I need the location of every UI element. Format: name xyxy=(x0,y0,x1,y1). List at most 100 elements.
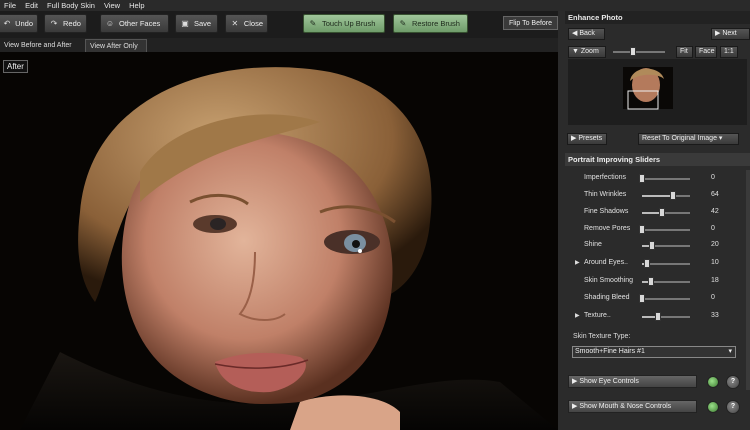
back-button[interactable]: ◀ Back xyxy=(568,28,605,40)
texture-type-label: Skin Texture Type: xyxy=(573,333,631,340)
view-tabs: View Before and After View After Only xyxy=(0,38,565,52)
mouth-help-icon[interactable]: ? xyxy=(726,400,740,414)
dropdown-arrow-icon: ▾ xyxy=(718,135,723,142)
slider-row: ▶ Texture.. 33 xyxy=(565,310,745,324)
slider-value: 64 xyxy=(711,191,719,198)
close-button[interactable]: ✕ Close xyxy=(225,14,268,33)
presets-button[interactable]: ▶ Presets xyxy=(567,133,607,145)
slider-thumb[interactable] xyxy=(639,294,645,303)
slider-track[interactable] xyxy=(639,174,690,183)
menu-file[interactable]: File xyxy=(0,0,21,11)
slider-label: Skin Smoothing xyxy=(584,277,634,284)
collapse-icon: ▼ xyxy=(572,48,579,55)
slider-row: Shading Bleed 0 xyxy=(565,292,745,306)
eye-controls-status-icon[interactable] xyxy=(707,376,719,388)
slider-track[interactable] xyxy=(642,259,690,268)
slider-value: 42 xyxy=(711,208,719,215)
mouth-controls-status-icon[interactable] xyxy=(707,401,719,413)
menu-full-body-skin[interactable]: Full Body Skin xyxy=(43,0,100,11)
show-eye-controls-button[interactable]: ▶ Show Eye Controls xyxy=(568,375,697,388)
other-faces-button[interactable]: ☺ Other Faces xyxy=(100,14,169,33)
slider-track[interactable] xyxy=(642,208,690,217)
panel-title: Enhance Photo xyxy=(565,11,750,24)
menu-bar: File Edit Full Body Skin View Help xyxy=(0,0,750,11)
slider-track[interactable] xyxy=(642,277,690,286)
expand-arrow-icon[interactable]: ▶ xyxy=(575,312,580,319)
slider-row: Thin Wrinkles 64 xyxy=(565,189,745,203)
expand-arrow-icon: ▶ xyxy=(572,378,578,385)
show-mouth-nose-controls-button[interactable]: ▶ Show Mouth & Nose Controls xyxy=(568,400,697,413)
menu-edit[interactable]: Edit xyxy=(21,0,43,11)
menu-view[interactable]: View xyxy=(100,0,125,11)
zoom-slider[interactable] xyxy=(613,47,665,56)
slider-value: 0 xyxy=(711,174,715,181)
undo-icon: ↶ xyxy=(3,19,11,28)
slider-track[interactable] xyxy=(639,294,690,303)
slider-thumb[interactable] xyxy=(639,225,645,234)
slider-thumb[interactable] xyxy=(643,259,650,268)
brush-icon: ✎ xyxy=(309,19,317,28)
zoom-face-button[interactable]: Face xyxy=(695,46,717,58)
save-icon: ▣ xyxy=(181,19,189,28)
slider-track[interactable] xyxy=(642,241,690,250)
slider-value: 0 xyxy=(711,225,715,232)
slider-thumb[interactable] xyxy=(654,312,661,321)
next-arrow-icon: ▶ xyxy=(715,30,721,37)
next-button[interactable]: ▶ Next xyxy=(711,28,750,40)
restore-brush-button[interactable]: ✎ Restore Brush xyxy=(393,14,468,33)
slider-value: 18 xyxy=(711,277,719,284)
slider-thumb[interactable] xyxy=(647,277,654,286)
slider-track[interactable] xyxy=(639,225,690,234)
sliders-header: Portrait Improving Sliders xyxy=(565,153,750,166)
slider-label: Remove Pores xyxy=(584,225,631,232)
expand-arrow-icon[interactable]: ▶ xyxy=(575,259,580,266)
slider-thumb[interactable] xyxy=(639,174,645,183)
undo-button[interactable]: ↶ Undo xyxy=(0,14,38,33)
slider-label: Around Eyes.. xyxy=(584,259,628,266)
back-arrow-icon: ◀ xyxy=(572,30,578,37)
slider-label: Thin Wrinkles xyxy=(584,191,627,198)
slider-label: Shading Bleed xyxy=(584,294,630,301)
slider-label: Shine xyxy=(584,241,602,248)
slider-value: 10 xyxy=(711,259,719,266)
slider-fill xyxy=(642,195,673,197)
zoom-fit-button[interactable]: Fit xyxy=(676,46,693,58)
expand-arrow-icon: ▶ xyxy=(572,403,578,410)
toolbar: ↶ Undo ↷ Redo ☺ Other Faces ▣ Save ✕ Close ✎ T… xyxy=(0,11,565,38)
after-label: After xyxy=(3,60,28,73)
tab-before-after[interactable]: View Before and After xyxy=(0,39,82,52)
flip-to-before-button[interactable]: Flip To Before xyxy=(503,16,558,30)
slider-value: 20 xyxy=(711,241,719,248)
slider-thumb[interactable] xyxy=(648,241,655,250)
slider-row: Remove Pores 0 xyxy=(565,223,745,237)
eye-help-icon[interactable]: ? xyxy=(726,375,740,389)
zoom-toggle[interactable]: ▼ Zoom xyxy=(568,46,606,58)
slider-label: Texture.. xyxy=(584,312,611,319)
zoom-1to1-button[interactable]: 1:1 xyxy=(720,46,738,58)
texture-type-select[interactable]: Smooth+Fine Hairs #1 ▾ xyxy=(572,346,736,358)
slider-value: 0 xyxy=(711,294,715,301)
save-button[interactable]: ▣ Save xyxy=(175,14,218,33)
slider-row: Skin Smoothing 18 xyxy=(565,275,745,289)
redo-button[interactable]: ↷ Redo xyxy=(44,14,87,33)
thumbnail-image xyxy=(623,67,673,110)
touch-up-brush-button[interactable]: ✎ Touch Up Brush xyxy=(303,14,385,33)
slider-track[interactable] xyxy=(642,191,690,200)
panel-scrollbar[interactable] xyxy=(746,170,750,390)
slider-track[interactable] xyxy=(642,312,690,321)
navigator-thumbnail[interactable] xyxy=(568,59,747,125)
splitter[interactable] xyxy=(558,11,565,430)
slider-value: 33 xyxy=(711,312,719,319)
slider-row: Imperfections 0 xyxy=(565,172,745,186)
photo-canvas[interactable]: After xyxy=(0,52,558,430)
slider-thumb[interactable] xyxy=(669,191,676,200)
slider-thumb[interactable] xyxy=(659,208,666,217)
redo-icon: ↷ xyxy=(50,19,58,28)
close-icon: ✕ xyxy=(231,19,239,28)
zoom-slider-thumb[interactable] xyxy=(630,47,636,56)
slider-label: Imperfections xyxy=(584,174,627,181)
reset-dropdown[interactable]: Reset To Original Image ▾ xyxy=(638,133,739,145)
portrait-image xyxy=(0,52,558,430)
menu-help[interactable]: Help xyxy=(125,0,149,11)
tab-after-only[interactable]: View After Only xyxy=(85,39,147,52)
